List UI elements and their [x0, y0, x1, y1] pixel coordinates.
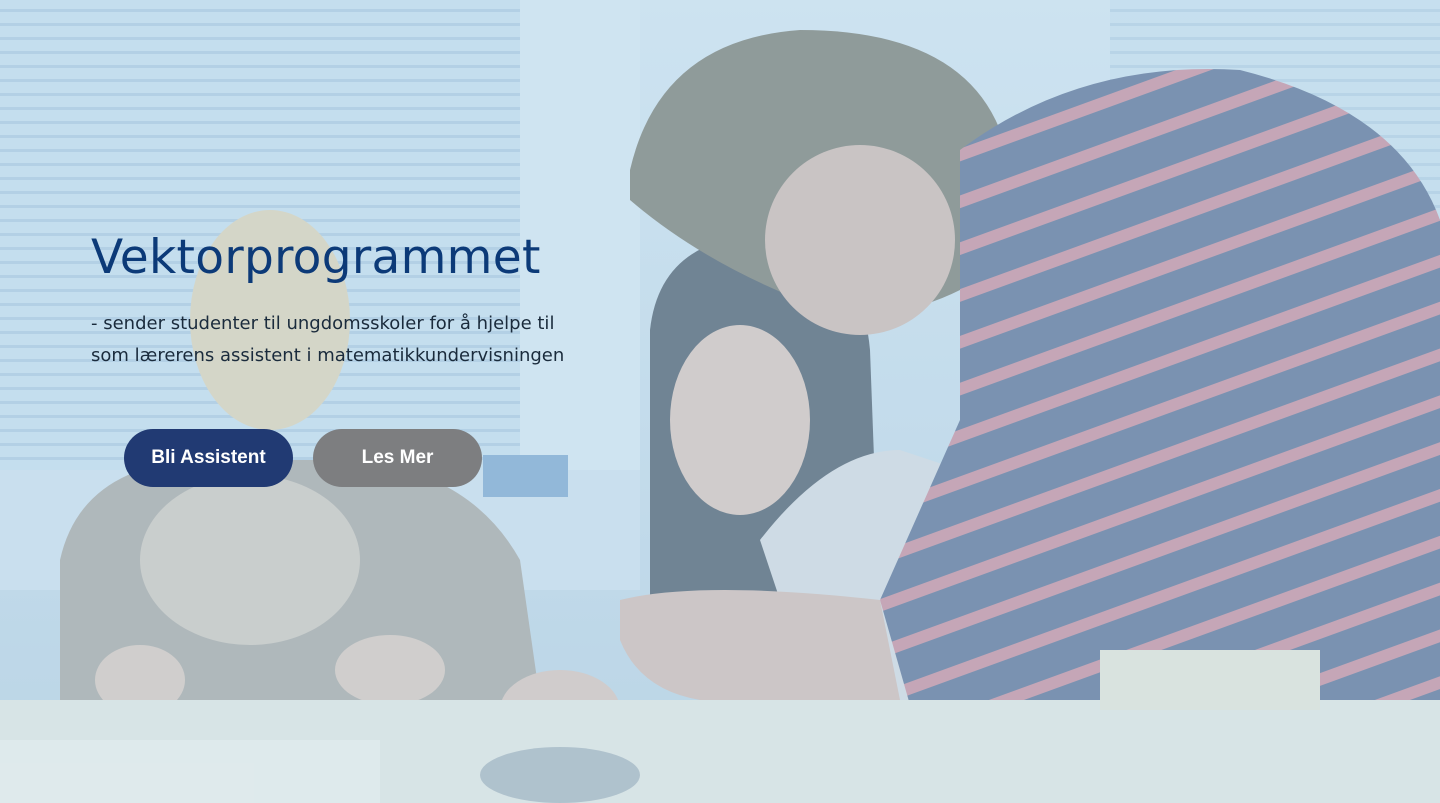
hero-subtitle: - sender studenter til ungdomsskoler for… — [91, 313, 565, 366]
hero-content: Vektorprogrammet - sender studenter til … — [91, 228, 611, 372]
hero-section: Vektorprogrammet - sender studenter til … — [0, 0, 1440, 803]
hero-tint-overlay — [0, 0, 1440, 803]
bli-assistent-button[interactable]: Bli Assistent — [124, 429, 293, 487]
hero-title: Vektorprogrammet — [91, 230, 541, 285]
les-mer-button[interactable]: Les Mer — [313, 429, 482, 487]
hero-buttons: Bli Assistent Les Mer — [124, 429, 482, 487]
